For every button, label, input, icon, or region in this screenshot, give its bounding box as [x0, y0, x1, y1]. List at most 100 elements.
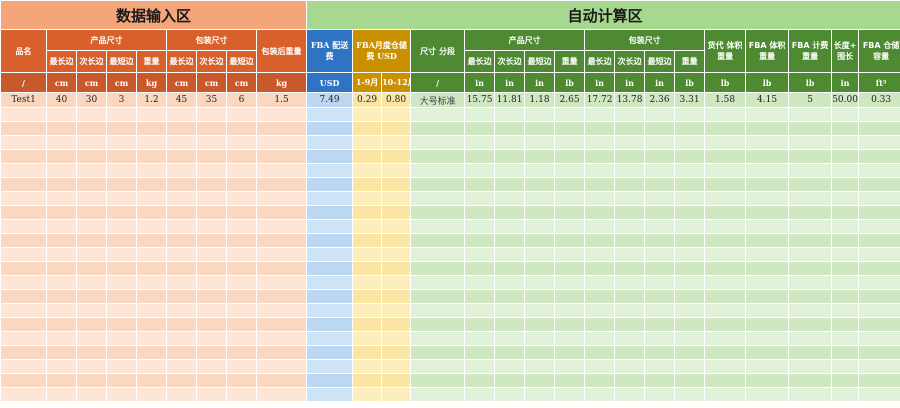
empty-cell[interactable]	[644, 205, 676, 220]
empty-cell[interactable]	[858, 373, 900, 388]
empty-cell[interactable]	[644, 387, 676, 402]
empty-cell[interactable]	[745, 373, 790, 388]
empty-cell[interactable]	[644, 331, 676, 346]
empty-cell[interactable]	[226, 345, 257, 360]
empty-cell[interactable]	[226, 317, 257, 332]
empty-cell[interactable]	[0, 289, 47, 304]
empty-cell[interactable]	[226, 275, 257, 290]
empty-cell[interactable]	[306, 219, 354, 234]
empty-cell[interactable]	[464, 261, 496, 276]
empty-cell[interactable]	[46, 275, 77, 290]
empty-cell[interactable]	[196, 135, 227, 150]
empty-cell[interactable]	[584, 359, 616, 374]
empty-cell[interactable]	[106, 359, 137, 374]
empty-cell[interactable]	[831, 177, 860, 192]
empty-cell[interactable]	[831, 303, 860, 318]
empty-cell[interactable]	[644, 345, 676, 360]
empty-cell[interactable]	[76, 135, 107, 150]
empty-cell[interactable]	[494, 331, 526, 346]
empty-cell[interactable]	[494, 121, 526, 136]
empty-cell[interactable]	[524, 149, 556, 164]
empty-cell[interactable]	[136, 121, 167, 136]
empty-cell[interactable]	[352, 177, 383, 192]
empty-cell[interactable]	[306, 387, 354, 402]
empty-cell[interactable]	[196, 191, 227, 206]
empty-cell[interactable]	[788, 219, 833, 234]
empty-cell[interactable]	[494, 345, 526, 360]
empty-cell[interactable]	[76, 317, 107, 332]
empty-cell[interactable]	[352, 331, 383, 346]
empty-cell[interactable]	[674, 387, 706, 402]
empty-cell[interactable]	[226, 107, 257, 122]
empty-cell[interactable]	[644, 247, 676, 262]
empty-cell[interactable]	[0, 317, 47, 332]
cell-fba-fee[interactable]: 7.49	[306, 92, 354, 108]
empty-cell[interactable]	[858, 247, 900, 262]
cell-packed-weight[interactable]: 1.5	[255, 92, 308, 108]
empty-cell[interactable]	[226, 387, 257, 402]
empty-cell[interactable]	[136, 359, 167, 374]
empty-cell[interactable]	[524, 275, 556, 290]
empty-cell[interactable]	[306, 135, 354, 150]
empty-cell[interactable]	[858, 331, 900, 346]
empty-cell[interactable]	[584, 331, 616, 346]
empty-cell[interactable]	[106, 233, 137, 248]
empty-cell[interactable]	[410, 303, 466, 318]
empty-cell[interactable]	[554, 177, 586, 192]
empty-cell[interactable]	[858, 135, 900, 150]
empty-cell[interactable]	[858, 191, 900, 206]
empty-cell[interactable]	[674, 191, 706, 206]
empty-cell[interactable]	[76, 373, 107, 388]
empty-cell[interactable]	[704, 247, 747, 262]
empty-cell[interactable]	[584, 121, 616, 136]
empty-cell[interactable]	[584, 317, 616, 332]
empty-cell[interactable]	[524, 121, 556, 136]
empty-cell[interactable]	[226, 289, 257, 304]
empty-cell[interactable]	[410, 135, 466, 150]
empty-cell[interactable]	[46, 163, 77, 178]
empty-cell[interactable]	[524, 177, 556, 192]
empty-cell[interactable]	[494, 135, 526, 150]
empty-cell[interactable]	[584, 261, 616, 276]
empty-cell[interactable]	[196, 261, 227, 276]
empty-cell[interactable]	[136, 387, 167, 402]
empty-cell[interactable]	[584, 373, 616, 388]
empty-cell[interactable]	[46, 387, 77, 402]
empty-cell[interactable]	[166, 163, 197, 178]
empty-cell[interactable]	[381, 135, 412, 150]
empty-cell[interactable]	[674, 247, 706, 262]
empty-cell[interactable]	[410, 107, 466, 122]
empty-cell[interactable]	[674, 345, 706, 360]
empty-cell[interactable]	[464, 191, 496, 206]
empty-cell[interactable]	[410, 345, 466, 360]
empty-cell[interactable]	[494, 275, 526, 290]
empty-cell[interactable]	[410, 275, 466, 290]
empty-cell[interactable]	[554, 191, 586, 206]
empty-cell[interactable]	[745, 219, 790, 234]
empty-cell[interactable]	[46, 219, 77, 234]
empty-cell[interactable]	[76, 387, 107, 402]
cell-size-tier[interactable]: 大号标准	[410, 92, 466, 108]
empty-cell[interactable]	[46, 191, 77, 206]
empty-cell[interactable]	[831, 289, 860, 304]
empty-cell[interactable]	[381, 317, 412, 332]
empty-cell[interactable]	[464, 275, 496, 290]
empty-cell[interactable]	[745, 163, 790, 178]
empty-cell[interactable]	[410, 191, 466, 206]
empty-cell[interactable]	[106, 219, 137, 234]
empty-cell[interactable]	[614, 387, 646, 402]
empty-cell[interactable]	[788, 303, 833, 318]
empty-cell[interactable]	[858, 261, 900, 276]
empty-cell[interactable]	[524, 317, 556, 332]
empty-cell[interactable]	[166, 359, 197, 374]
empty-cell[interactable]	[704, 289, 747, 304]
empty-cell[interactable]	[831, 121, 860, 136]
empty-cell[interactable]	[352, 163, 383, 178]
empty-cell[interactable]	[745, 359, 790, 374]
empty-cell[interactable]	[644, 191, 676, 206]
empty-cell[interactable]	[831, 345, 860, 360]
empty-cell[interactable]	[255, 317, 308, 332]
empty-cell[interactable]	[226, 247, 257, 262]
empty-cell[interactable]	[352, 247, 383, 262]
empty-cell[interactable]	[524, 219, 556, 234]
